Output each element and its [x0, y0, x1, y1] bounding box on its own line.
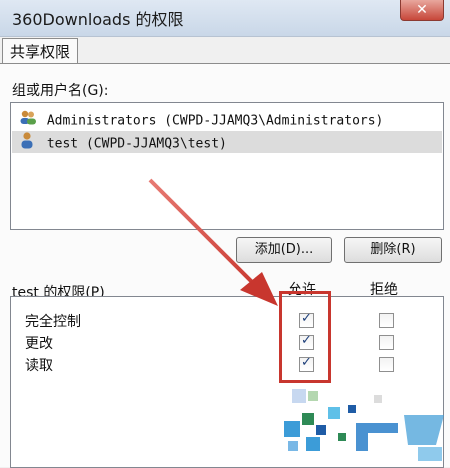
watermark-logo — [278, 389, 444, 461]
allow-column-highlight — [279, 291, 331, 383]
